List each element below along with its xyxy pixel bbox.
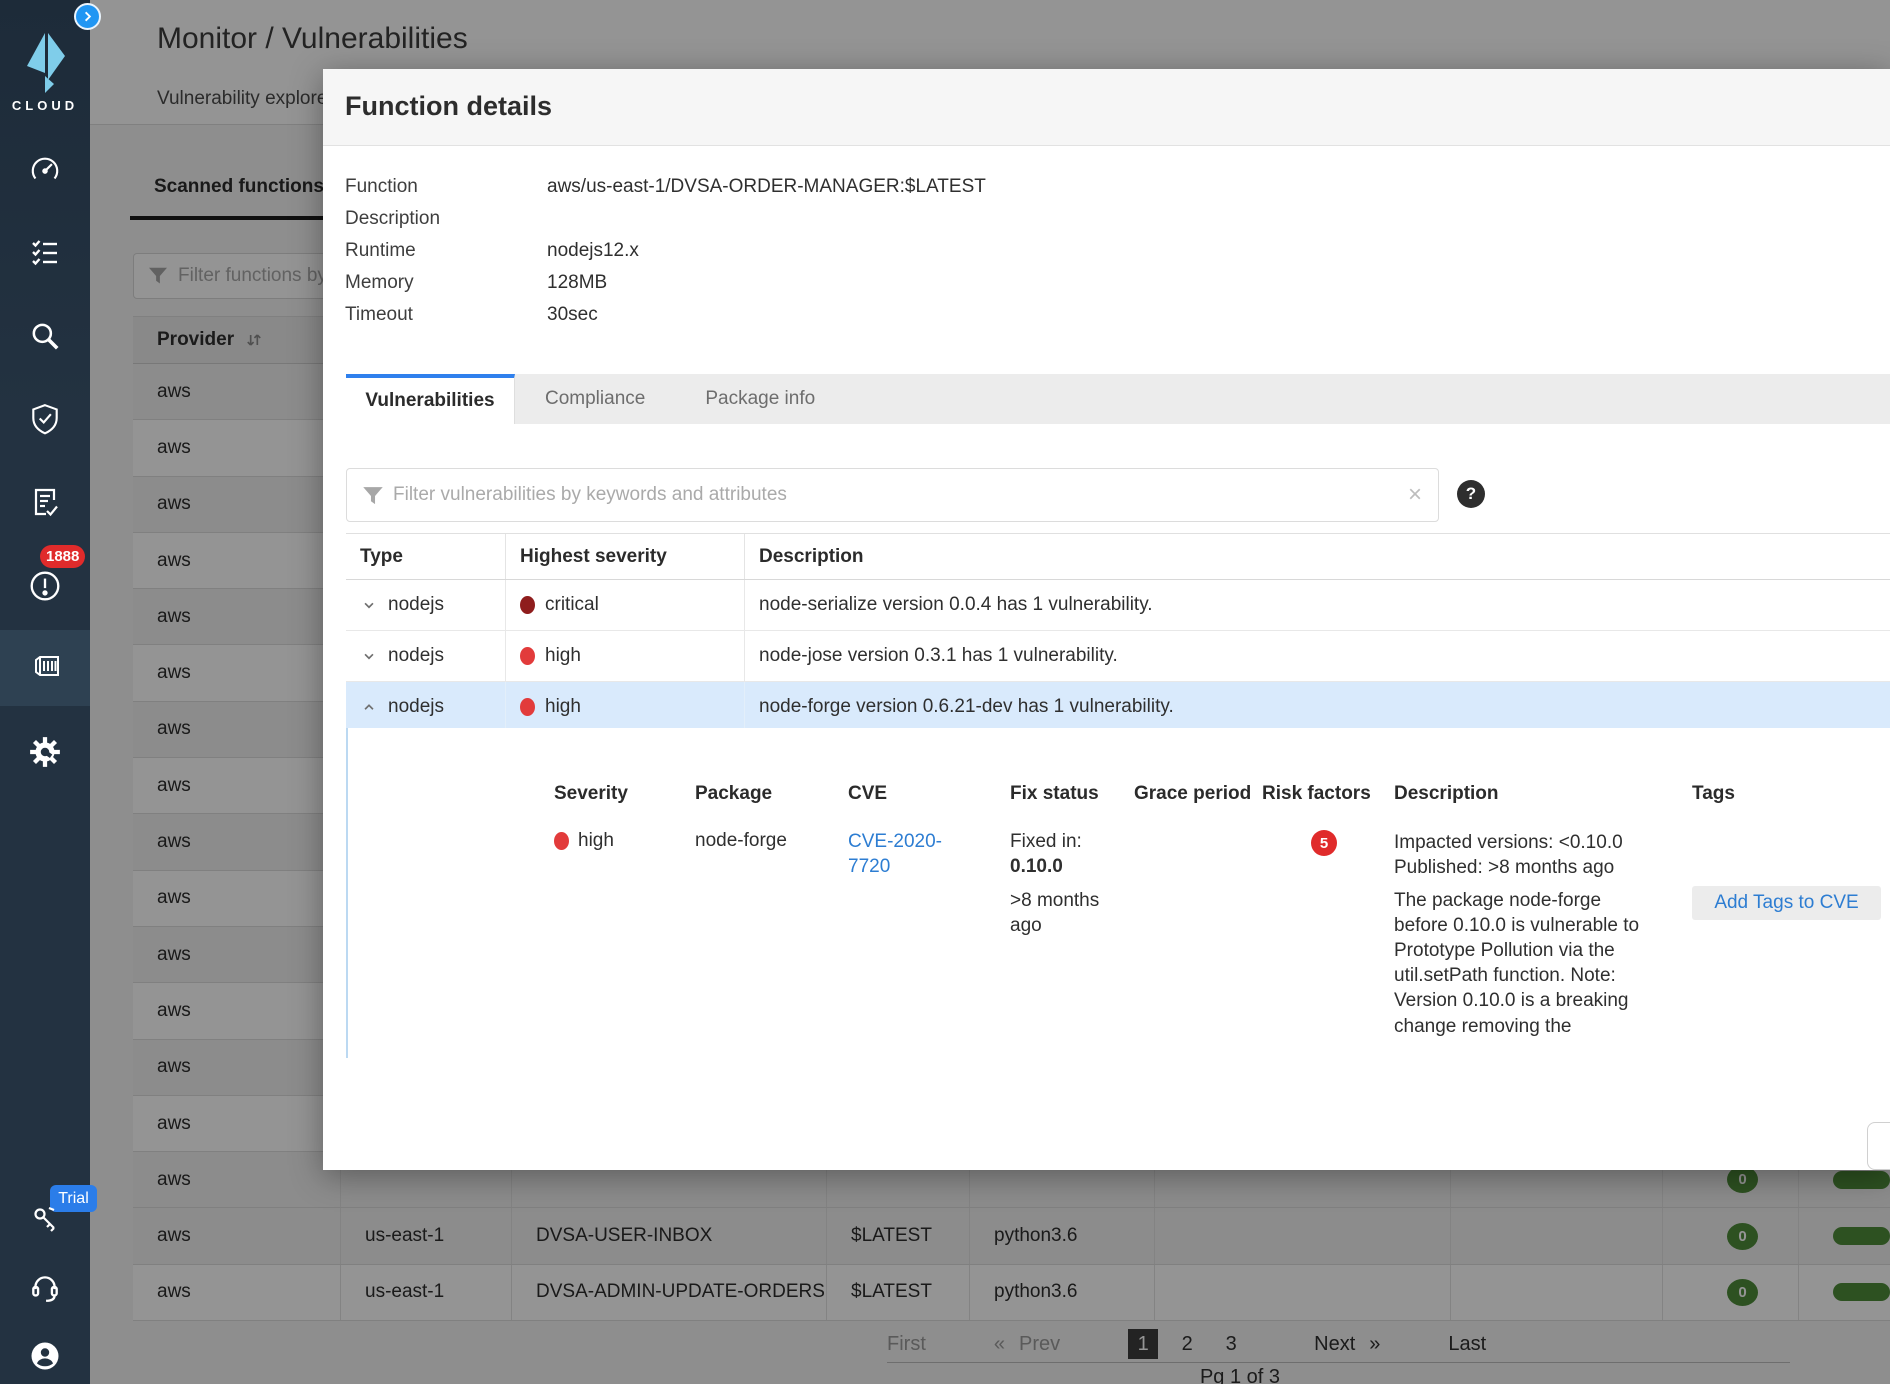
vulnerabilities-filter[interactable]: ×	[346, 468, 1439, 522]
fix-age: >8 months ago	[1010, 889, 1125, 938]
severity-dot-critical	[520, 596, 535, 614]
description-impacted: Impacted versions: <0.10.0	[1394, 830, 1652, 855]
aqua-cloud-logo[interactable]	[26, 32, 66, 94]
user-avatar-icon	[27, 1338, 63, 1374]
detail-header-tags: Tags	[1692, 783, 1735, 805]
sidebar-item-settings[interactable]	[0, 720, 90, 784]
fix-status-label: Fixed in:	[1010, 830, 1125, 855]
detail-header-fix-status: Fix status	[1010, 783, 1099, 805]
cve-detail-panel: Severity Package CVE Fix status Grace pe…	[346, 728, 1890, 1058]
headset-icon	[28, 1271, 62, 1305]
chevron-down-icon[interactable]	[360, 596, 378, 614]
vulnerability-type: nodejs	[388, 696, 444, 718]
container-icon	[27, 650, 63, 686]
filter-funnel-icon	[360, 483, 386, 509]
fix-version: 0.10.0	[1010, 855, 1125, 880]
logo-label: CLOUD	[0, 98, 90, 113]
severity-column-header: Highest severity	[506, 534, 745, 579]
detail-package: node-forge	[695, 830, 787, 852]
vulnerability-type: nodejs	[388, 645, 444, 667]
sidebar-item-reports[interactable]	[0, 470, 90, 534]
function-meta: Functionaws/us-east-1/DVSA-ORDER-MANAGER…	[345, 171, 986, 331]
detail-severity: high	[578, 830, 614, 852]
detail-fix-status: Fixed in: 0.10.0 >8 months ago	[1010, 830, 1125, 939]
shield-check-icon	[28, 402, 62, 436]
sidebar-item-policies[interactable]	[0, 220, 90, 284]
severity-dot-high	[520, 698, 535, 716]
tab-compliance[interactable]: Compliance	[515, 374, 675, 424]
modal-tabs-strip: Compliance Package info	[515, 374, 1890, 424]
description-column-header: Description	[745, 534, 1890, 579]
description-body: The package node-forge before 0.10.0 is …	[1394, 888, 1652, 1038]
chevron-up-icon[interactable]	[360, 698, 378, 716]
detail-header-risk-factors: Risk factors	[1262, 783, 1371, 805]
sidebar-item-search[interactable]	[0, 304, 90, 368]
vulnerabilities-filter-input[interactable]	[391, 471, 1355, 519]
vulnerability-row[interactable]: nodejs critical node-serialize version 0…	[346, 580, 1890, 631]
vulnerability-row[interactable]: nodejs high node-jose version 0.3.1 has …	[346, 631, 1890, 682]
meta-label-function: Function	[345, 176, 547, 198]
vulnerability-type: nodejs	[388, 594, 444, 616]
vulnerability-description: node-forge version 0.6.21-dev has 1 vuln…	[759, 696, 1174, 718]
severity-label: high	[545, 645, 581, 667]
vulnerability-description: node-jose version 0.3.1 has 1 vulnerabil…	[759, 645, 1118, 667]
sidebar-item-api-keys[interactable]	[0, 1188, 90, 1252]
description-published: Published: >8 months ago	[1394, 855, 1652, 880]
detail-description: Impacted versions: <0.10.0 Published: >8…	[1394, 830, 1652, 1039]
sidebar-item-security[interactable]	[0, 387, 90, 451]
meta-value-timeout: 30sec	[547, 304, 598, 326]
tab-package-info[interactable]: Package info	[675, 374, 845, 424]
severity-label: critical	[545, 594, 599, 616]
detail-header-description: Description	[1394, 783, 1499, 805]
search-icon	[28, 319, 62, 353]
modal-header: Function details	[323, 69, 1890, 146]
detail-header-grace-period: Grace period	[1134, 783, 1251, 805]
cve-link[interactable]: CVE-2020-7720	[848, 830, 953, 879]
risk-factors-badge[interactable]: 5	[1311, 830, 1337, 856]
sidebar: CLOUD 1888 Trial	[0, 0, 90, 1384]
vulnerabilities-table: Type Highest severity Description nodejs…	[346, 533, 1890, 732]
vulnerability-row-expanded[interactable]: nodejs high node-forge version 0.6.21-de…	[346, 682, 1890, 732]
report-check-icon	[29, 486, 61, 518]
sidebar-item-dashboard[interactable]	[0, 138, 90, 202]
type-column-header: Type	[346, 534, 506, 579]
help-icon[interactable]: ?	[1457, 480, 1485, 508]
add-tags-to-cve-button[interactable]: Add Tags to CVE	[1692, 886, 1881, 920]
meta-value-function: aws/us-east-1/DVSA-ORDER-MANAGER:$LATEST	[547, 176, 986, 198]
detail-header-cve: CVE	[848, 783, 887, 805]
function-details-modal: Function details Functionaws/us-east-1/D…	[323, 69, 1890, 1170]
checklist-icon	[29, 236, 61, 268]
dashboard-gauge-icon	[28, 153, 62, 187]
modal-corner-button[interactable]	[1867, 1122, 1890, 1170]
meta-value-runtime: nodejs12.x	[547, 240, 639, 262]
meta-value-memory: 128MB	[547, 272, 607, 294]
tab-vulnerabilities[interactable]: Vulnerabilities	[346, 374, 515, 424]
chevron-down-icon[interactable]	[360, 647, 378, 665]
modal-title: Function details	[345, 91, 552, 122]
severity-dot-high	[520, 647, 535, 665]
vulnerabilities-table-header: Type Highest severity Description	[346, 533, 1890, 580]
keys-icon	[29, 1204, 61, 1236]
sidebar-item-containers[interactable]	[0, 630, 90, 706]
meta-label-runtime: Runtime	[345, 240, 547, 262]
severity-label: high	[545, 696, 581, 718]
chevron-right-icon	[80, 9, 95, 24]
sidebar-item-support[interactable]	[0, 1256, 90, 1320]
severity-dot-high	[554, 832, 569, 850]
modal-tabs: Compliance Package info Vulnerabilities	[323, 374, 1890, 424]
meta-label-description: Description	[345, 208, 547, 230]
vulnerability-description: node-serialize version 0.0.4 has 1 vulne…	[759, 594, 1153, 616]
alerts-count-badge: 1888	[40, 545, 85, 568]
detail-header-package: Package	[695, 783, 772, 805]
meta-label-memory: Memory	[345, 272, 547, 294]
alert-circle-icon	[28, 569, 62, 603]
app-root: Monitor / Vulnerabilities Vulnerability …	[0, 0, 1890, 1384]
sidebar-expand-button[interactable]	[74, 3, 101, 30]
sidebar-item-account[interactable]	[0, 1324, 90, 1384]
gear-icon	[28, 735, 62, 769]
clear-filter-icon[interactable]: ×	[1408, 482, 1422, 508]
meta-label-timeout: Timeout	[345, 304, 547, 326]
detail-header-severity: Severity	[554, 783, 628, 805]
